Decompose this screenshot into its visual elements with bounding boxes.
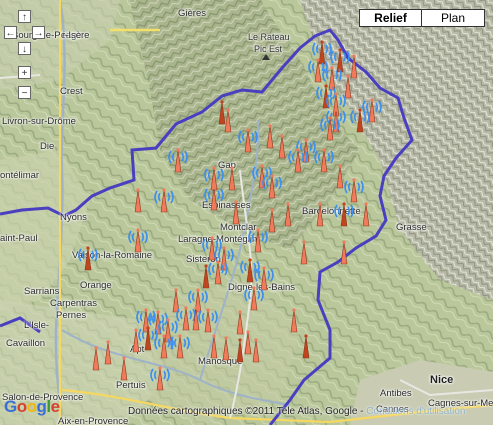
antenna-icon[interactable] <box>224 198 248 231</box>
pan-right-icon[interactable]: → <box>32 26 45 39</box>
place-label: Grasse <box>396 222 427 233</box>
antenna-icon[interactable] <box>292 238 316 271</box>
map-type-control[interactable]: Relief Plan <box>359 9 485 27</box>
place-label: Crest <box>60 86 83 97</box>
place-label: ontélimar <box>0 170 40 181</box>
place-label: Aix-en-Provence <box>58 416 129 425</box>
place-label: Antibes <box>380 388 412 399</box>
place-label: r-Isère <box>62 30 90 41</box>
antenna-icon[interactable] <box>152 186 176 219</box>
antenna-icon[interactable] <box>332 200 356 233</box>
antenna-icon[interactable] <box>148 364 172 397</box>
antenna-icon[interactable] <box>286 146 310 179</box>
google-logo[interactable]: Google <box>4 397 60 417</box>
place-label: Le Rateau <box>248 32 290 42</box>
zoom-out-icon[interactable]: − <box>18 86 31 99</box>
antenna-icon[interactable] <box>76 244 100 277</box>
antenna-icon[interactable] <box>354 200 378 233</box>
terms-link[interactable]: Conditions d'utilisation <box>366 406 465 417</box>
antenna-icon[interactable] <box>126 186 150 219</box>
pan-down-icon[interactable]: ↓ <box>18 42 31 55</box>
copyright-text: Données cartographiques ©2011 Tele Atlas… <box>128 406 364 417</box>
zoom-in-icon[interactable]: + <box>18 66 31 79</box>
place-label: Die <box>40 141 55 152</box>
relief-button[interactable]: Relief <box>360 10 422 26</box>
antenna-icon[interactable] <box>236 126 260 159</box>
antenna-icon[interactable] <box>96 338 120 371</box>
place-label: aint-Paul <box>0 233 38 244</box>
place-label: Pernes <box>56 310 87 321</box>
plan-button[interactable]: Plan <box>422 10 484 26</box>
place-label: Cavaillon <box>6 338 46 349</box>
place-label: Nyons <box>60 212 87 223</box>
place-label: Livron-sur-Drôme <box>2 116 76 127</box>
antenna-icon[interactable] <box>294 332 318 365</box>
antenna-icon[interactable] <box>246 226 270 259</box>
pan-up-icon[interactable]: ↑ <box>18 10 31 23</box>
antenna-icon[interactable] <box>126 226 150 259</box>
map-container[interactable]: Gières Le Rateau Pic Est Bourg-de-Péage r-Is… <box>0 0 493 425</box>
antenna-icon[interactable] <box>236 328 260 361</box>
place-label: L'Isle- <box>24 320 50 331</box>
place-label: Orange <box>80 280 112 291</box>
pan-left-icon[interactable]: ← <box>4 26 17 39</box>
antenna-icon[interactable] <box>318 114 342 147</box>
place-label: Sarrians <box>24 286 60 297</box>
place-label: Carpentras <box>50 298 97 309</box>
antenna-icon[interactable] <box>166 146 190 179</box>
antenna-icon[interactable] <box>348 106 372 139</box>
place-label: Gières <box>178 8 206 19</box>
antenna-icon[interactable] <box>202 184 226 217</box>
map-copyright: Données cartographiques ©2011 Tele Atlas… <box>128 406 465 417</box>
place-label: Pic Est <box>254 44 283 54</box>
antenna-icon[interactable] <box>332 238 356 271</box>
antenna-icon[interactable] <box>308 200 332 233</box>
place-label: Nice <box>430 374 454 386</box>
